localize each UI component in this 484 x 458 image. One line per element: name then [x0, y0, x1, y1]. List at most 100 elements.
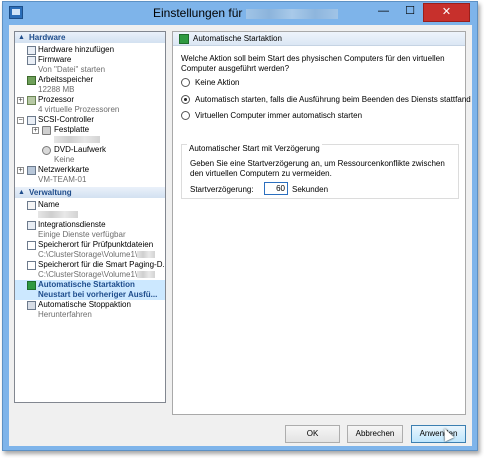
tree-item-name[interactable]: Name [15, 200, 165, 220]
minimize-button[interactable]: — [370, 3, 397, 22]
tree-item-sublabel: Von "Datei" starten [38, 65, 106, 74]
panel-title: Automatische Startaktion [193, 34, 282, 43]
tree-item-dvd-drive[interactable]: DVD-Laufwerk Keine [15, 145, 165, 165]
tree-item-integration-services[interactable]: Integrationsdienste Einige Dienste verfü… [15, 220, 165, 240]
hardware-category-header[interactable]: ▲ Hardware [15, 32, 165, 43]
firmware-icon [27, 56, 36, 65]
checkpoint-file-icon [27, 241, 36, 250]
delay-unit: Sekunden [292, 185, 329, 194]
start-action-icon [179, 34, 189, 44]
redacted-path [137, 271, 156, 279]
integration-services-icon [27, 221, 36, 230]
collapse-minus-icon[interactable]: − [17, 117, 24, 124]
tree-item-label: Firmware [38, 55, 72, 64]
stop-action-icon [27, 301, 36, 310]
management-category-label: Verwaltung [29, 188, 72, 197]
tree-item-sublabel: Herunterfahren [38, 310, 92, 319]
maximize-button[interactable]: ☐ [397, 3, 423, 22]
tree-item-label: Prozessor [38, 95, 75, 104]
memory-icon [27, 76, 36, 85]
redacted-disk-path [54, 135, 165, 145]
tree-item-sublabel: 12288 MB [38, 85, 75, 94]
start-action-question: Welche Aktion soll beim Start des physis… [181, 54, 445, 73]
expand-plus-icon[interactable]: + [32, 127, 39, 134]
tree-item-hard-disk[interactable]: + Festplatte [15, 125, 165, 145]
tree-item-add-hardware[interactable]: Hardware hinzufügen [15, 45, 165, 55]
tree-item-label: Speicherort für Prüfpunktdateien [38, 240, 154, 249]
radio-always-auto-start[interactable] [181, 111, 190, 120]
expand-plus-icon[interactable]: + [17, 97, 24, 104]
tree-item-label: Name [38, 200, 60, 209]
settings-window: Einstellungen für — ☐ ✕ ▲ Hardware Hardw… [2, 1, 478, 451]
collapse-arrow-icon[interactable]: ▲ [18, 187, 25, 198]
title-bar[interactable]: Einstellungen für — ☐ ✕ [3, 2, 477, 24]
management-category-header[interactable]: ▲ Verwaltung [15, 187, 165, 198]
tree-item-label: SCSI-Controller [38, 115, 95, 124]
collapse-arrow-icon[interactable]: ▲ [18, 32, 25, 43]
tree-item-label: Netzwerkkarte [38, 165, 90, 174]
tree-item-processor[interactable]: + Prozessor 4 virtuelle Prozessoren [15, 95, 165, 115]
radio-auto-start-if-running[interactable] [181, 95, 190, 104]
window-title: Einstellungen für [153, 6, 339, 20]
dialog-client-area: ▲ Hardware Hardware hinzufügen Firmware … [9, 25, 472, 446]
redacted-path [137, 251, 156, 259]
tree-item-automatic-start-action[interactable]: Automatische Startaktion Neustart bei vo… [15, 280, 165, 300]
expand-plus-icon[interactable]: + [17, 167, 24, 174]
cancel-button[interactable]: Abbrechen [347, 425, 403, 443]
panel-header: Automatische Startaktion [173, 32, 465, 46]
option-always-auto-start[interactable]: Virtuellen Computer immer automatisch st… [181, 111, 362, 121]
delay-description: Geben Sie eine Startverzögerung an, um R… [190, 159, 445, 178]
tree-item-firmware[interactable]: Firmware Von "Datei" starten [15, 55, 165, 75]
dvd-drive-icon [42, 146, 51, 155]
processor-icon [27, 96, 36, 105]
tree-item-scsi-controller[interactable]: − SCSI-Controller [15, 115, 165, 125]
hyper-v-app-icon [9, 6, 23, 19]
tree-item-sublabel: VM-TEAM-01 [38, 175, 87, 184]
tree-item-sublabel: Einige Dienste verfügbar [38, 230, 126, 239]
tree-item-label: Speicherort für die Smart Paging-D... [38, 260, 166, 269]
network-adapter-icon [27, 166, 36, 175]
delay-group-title: Automatischer Start mit Verzögerung [187, 144, 322, 153]
tree-item-label: Automatische Startaktion [38, 280, 135, 289]
option-no-action[interactable]: Keine Aktion [181, 78, 239, 88]
settings-detail-panel: Automatische Startaktion Welche Aktion s… [172, 31, 471, 415]
delay-label: Startverzögerung: [190, 185, 254, 194]
scsi-controller-icon [27, 116, 36, 125]
start-delay-input[interactable]: 60 [264, 182, 288, 195]
tree-item-checkpoint-location[interactable]: Speicherort für Prüfpunktdateien C:\Clus… [15, 240, 165, 260]
smart-paging-file-icon [27, 261, 36, 270]
delay-group: Automatischer Start mit Verzögerung Gebe… [181, 144, 459, 199]
tree-item-label: Automatische Stoppaktion [38, 300, 131, 309]
option-auto-start-if-running[interactable]: Automatisch starten, falls die Ausführun… [181, 95, 471, 105]
start-action-icon [27, 281, 36, 290]
apply-button[interactable]: Anwenden [411, 425, 466, 443]
tree-item-label: Festplatte [54, 125, 90, 134]
tree-item-sublabel: Keine [54, 155, 75, 164]
option-label: Virtuellen Computer immer automatisch st… [195, 111, 363, 120]
hardware-category-label: Hardware [29, 33, 66, 42]
close-button[interactable]: ✕ [423, 3, 470, 22]
radio-no-action[interactable] [181, 78, 190, 87]
tree-item-memory[interactable]: Arbeitsspeicher 12288 MB [15, 75, 165, 95]
tree-item-sublabel: Neustart bei vorheriger Ausfü... [38, 290, 158, 299]
hard-disk-icon [42, 126, 51, 135]
redacted-vm-name [38, 210, 165, 220]
tree-item-automatic-stop-action[interactable]: Automatische Stoppaktion Herunterfahren [15, 300, 165, 320]
tree-item-sublabel-row: C:\ClusterStorage\Volume1\ [38, 270, 165, 280]
name-icon [27, 201, 36, 210]
tree-item-label: Arbeitsspeicher [38, 75, 94, 84]
redacted-vm-name [246, 8, 339, 19]
tree-item-sublabel: C:\ClusterStorage\Volume1\ [38, 270, 138, 279]
tree-item-label: DVD-Laufwerk [54, 145, 107, 154]
add-hardware-icon [27, 46, 36, 55]
tree-item-sublabel: 4 virtuelle Prozessoren [38, 105, 120, 114]
tree-item-network-adapter[interactable]: + Netzwerkkarte VM-TEAM-01 [15, 165, 165, 185]
tree-item-sublabel-row: C:\ClusterStorage\Volume1\ [38, 250, 165, 260]
settings-tree[interactable]: ▲ Hardware Hardware hinzufügen Firmware … [14, 31, 166, 403]
window-title-text: Einstellungen für [153, 6, 243, 20]
tree-item-sublabel: C:\ClusterStorage\Volume1\ [38, 250, 138, 259]
option-label: Automatisch starten, falls die Ausführun… [195, 95, 471, 104]
ok-button[interactable]: OK [285, 425, 340, 443]
tree-item-smart-paging-location[interactable]: Speicherort für die Smart Paging-D... C:… [15, 260, 165, 280]
tree-item-label: Integrationsdienste [38, 220, 106, 229]
